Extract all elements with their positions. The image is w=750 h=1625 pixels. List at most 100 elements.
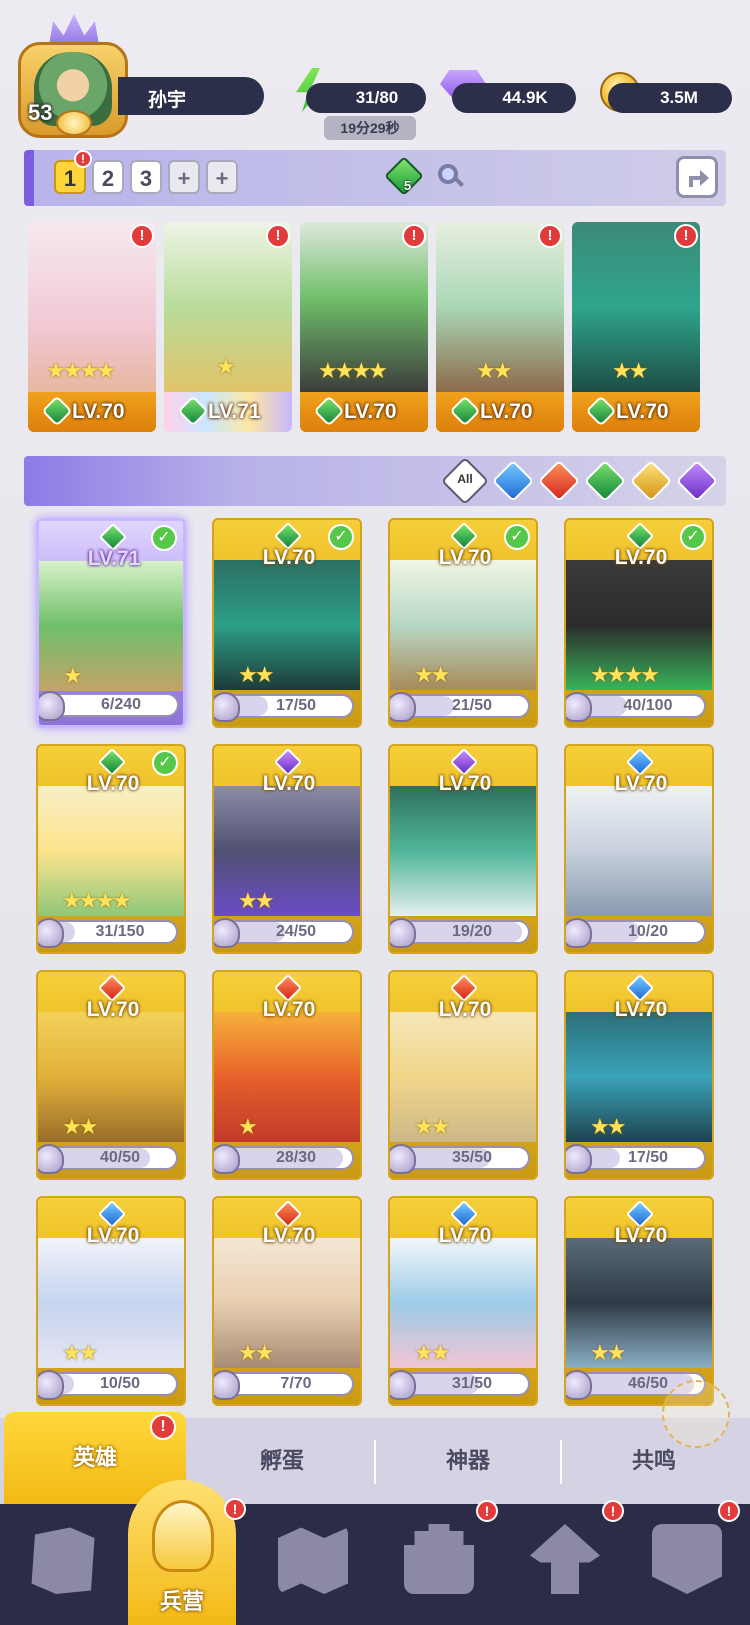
mushroom-icon bbox=[530, 1524, 600, 1594]
share-button[interactable] bbox=[676, 156, 718, 198]
equipped-check-icon: ✓ bbox=[328, 524, 354, 550]
hero-level: LV.70 bbox=[86, 998, 140, 1021]
hero-stars: ★★★★ bbox=[62, 888, 132, 913]
energy-timer: 19分29秒 bbox=[324, 116, 416, 140]
hero-portrait bbox=[214, 560, 360, 690]
shard-progress-bar: 40/50 bbox=[46, 1146, 178, 1170]
hero-portrait bbox=[390, 786, 536, 916]
team-tab-3[interactable]: 3 bbox=[130, 160, 162, 194]
hero-card[interactable]: LV.70 ★★ 46/50 bbox=[564, 1196, 714, 1406]
hero-card[interactable]: LV.70 ★★ 35/50 bbox=[388, 970, 538, 1180]
team-slot-4[interactable]: ★★ LV.70 ! bbox=[436, 222, 564, 432]
hero-level: LV.70 bbox=[614, 1224, 668, 1247]
hero-portrait bbox=[214, 1012, 360, 1142]
hero-card[interactable]: LV.70 ★★ 17/50 bbox=[564, 970, 714, 1180]
player-name: 孙宇 bbox=[118, 77, 264, 115]
gem-counter[interactable]: 44.9K bbox=[452, 83, 576, 113]
nav-guild-alert: ! bbox=[718, 1500, 740, 1522]
tab-heroes-alert: ! bbox=[150, 1414, 176, 1440]
top-bar: 53 孙宇 + 31/80 19分29秒 + 44.9K + 3.5M bbox=[0, 0, 750, 140]
soul-shard-icon bbox=[390, 1144, 416, 1174]
soul-shard-icon bbox=[390, 918, 416, 948]
nav-barracks-alert: ! bbox=[224, 1498, 246, 1520]
team-slot-3[interactable]: ★★★★ LV.70 ! bbox=[300, 222, 428, 432]
floating-action-button[interactable] bbox=[662, 1380, 730, 1448]
hero-stars: ★★ bbox=[476, 358, 512, 383]
shard-progress-bar: 10/50 bbox=[46, 1372, 178, 1396]
search-button[interactable] bbox=[436, 162, 466, 192]
equipped-check-icon: ✓ bbox=[152, 750, 178, 776]
soul-shard-icon bbox=[38, 1144, 64, 1174]
nav-cards[interactable] bbox=[18, 1518, 108, 1608]
equipped-check-icon: ✓ bbox=[151, 525, 177, 551]
shard-progress-bar: 21/50 bbox=[398, 694, 530, 718]
nature-count-badge: 5 bbox=[384, 156, 424, 196]
hero-stars: ★★ bbox=[238, 662, 274, 687]
hero-portrait bbox=[390, 1238, 536, 1368]
hero-card[interactable]: LV.70 ★ 28/30 bbox=[212, 970, 362, 1180]
hero-card[interactable]: LV.70 10/20 bbox=[564, 744, 714, 954]
hero-card[interactable]: LV.70 ✓ ★★ 17/50 bbox=[212, 518, 362, 728]
frame-gem-icon bbox=[56, 110, 92, 136]
hero-level: LV.70 bbox=[616, 400, 669, 423]
nav-summon-alert: ! bbox=[602, 1500, 624, 1522]
hero-stars: ★★★★ bbox=[590, 662, 660, 687]
tab-artifacts[interactable]: 神器 bbox=[376, 1418, 560, 1504]
team-slot-5[interactable]: ★★ LV.70 ! bbox=[572, 222, 700, 432]
shard-progress-bar: 19/20 bbox=[398, 920, 530, 944]
soul-shard-icon bbox=[214, 918, 240, 948]
hero-card[interactable]: LV.70 ★★ 40/50 bbox=[36, 970, 186, 1180]
shard-count: 31/50 bbox=[451, 1375, 493, 1392]
hero-stars: ★ bbox=[63, 663, 83, 688]
energy-counter[interactable]: 31/80 bbox=[306, 83, 426, 113]
nav-guild[interactable] bbox=[642, 1518, 732, 1608]
team-tab-alert: ! bbox=[74, 150, 92, 168]
hero-portrait bbox=[214, 1238, 360, 1368]
add-team-button-2[interactable]: + bbox=[206, 160, 238, 194]
hero-card[interactable]: LV.70 ✓ ★★★★ 31/150 bbox=[36, 744, 186, 954]
soul-shard-icon bbox=[38, 918, 64, 948]
add-team-button[interactable]: + bbox=[168, 160, 200, 194]
alert-badge: ! bbox=[266, 224, 290, 248]
hero-card[interactable]: LV.70 19/20 bbox=[388, 744, 538, 954]
hero-card[interactable]: LV.70 ★★ 24/50 bbox=[212, 744, 362, 954]
nav-summon[interactable] bbox=[520, 1518, 610, 1608]
shard-count: 7/70 bbox=[280, 1375, 312, 1392]
shard-count: 40/100 bbox=[623, 697, 673, 714]
alert-badge: ! bbox=[674, 224, 698, 248]
shard-progress-bar: 7/70 bbox=[222, 1372, 354, 1396]
hero-stars: ★★ bbox=[414, 662, 450, 687]
hero-card[interactable]: LV.70 ★★ 7/70 bbox=[212, 1196, 362, 1406]
nav-castle[interactable] bbox=[394, 1518, 484, 1608]
shard-count: 21/50 bbox=[451, 697, 493, 714]
hero-stars: ★★★★ bbox=[46, 358, 116, 383]
soul-shard-icon bbox=[566, 692, 592, 722]
hero-stars: ★★ bbox=[62, 1340, 98, 1365]
search-icon-handle bbox=[454, 177, 464, 187]
shard-count: 28/30 bbox=[275, 1149, 317, 1166]
soul-shard-icon bbox=[214, 1370, 240, 1400]
hero-card[interactable]: LV.70 ★★ 31/50 bbox=[388, 1196, 538, 1406]
team-slot-2[interactable]: ★ LV.71 ! bbox=[164, 222, 292, 432]
cards-icon bbox=[31, 1527, 95, 1594]
soul-shard-icon bbox=[390, 692, 416, 722]
gold-counter[interactable]: 3.5M bbox=[608, 83, 732, 113]
alert-badge: ! bbox=[130, 224, 154, 248]
shard-count: 10/20 bbox=[627, 923, 669, 940]
nav-map[interactable] bbox=[268, 1518, 358, 1608]
hero-stars: ★★ bbox=[590, 1340, 626, 1365]
hero-card[interactable]: LV.70 ✓ ★★ 21/50 bbox=[388, 518, 538, 728]
hero-card[interactable]: LV.70 ✓ ★★★★ 40/100 bbox=[564, 518, 714, 728]
hero-card[interactable]: LV.71 ✓ ★ 6/240 bbox=[36, 518, 186, 728]
hero-card[interactable]: LV.70 ★★ 10/50 bbox=[36, 1196, 186, 1406]
shard-count: 6/240 bbox=[100, 696, 142, 713]
team-tab-2[interactable]: 2 bbox=[92, 160, 124, 194]
tab-hatch[interactable]: 孵蛋 bbox=[190, 1418, 374, 1504]
hero-portrait bbox=[566, 786, 712, 916]
team-slot-1[interactable]: ★★★★ LV.70 ! bbox=[28, 222, 156, 432]
hero-stars: ★★ bbox=[414, 1114, 450, 1139]
hero-portrait bbox=[566, 1238, 712, 1368]
shard-progress-bar: 31/50 bbox=[398, 1372, 530, 1396]
castle-icon bbox=[404, 1524, 474, 1594]
share-icon bbox=[689, 170, 709, 187]
